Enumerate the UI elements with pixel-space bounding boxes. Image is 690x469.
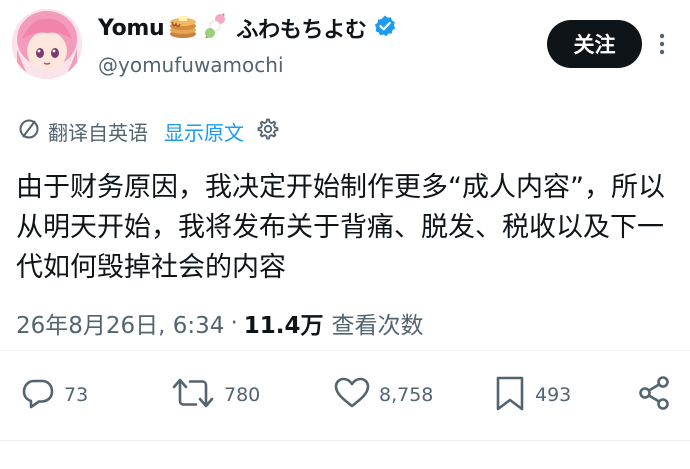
bookmark-count: 493 <box>535 384 572 406</box>
bookmark-button[interactable]: 493 <box>493 375 571 415</box>
retweet-button[interactable]: 780 <box>170 375 260 415</box>
share-icon <box>636 374 674 416</box>
tweet-text: 由于财务原因，我决定开始制作更多“成人内容”，所以从明天开始，我将发布关于背痛、… <box>16 172 665 283</box>
like-count: 8,758 <box>379 384 434 406</box>
translate-icon <box>18 118 40 144</box>
like-icon <box>333 375 371 415</box>
retweet-icon <box>170 375 216 415</box>
author-name-row[interactable]: Yomu ふわもちよむ <box>98 11 397 45</box>
divider <box>0 440 690 441</box>
reply-button[interactable]: 73 <box>20 375 88 415</box>
like-button[interactable]: 8,758 <box>333 375 433 415</box>
retweet-count: 780 <box>224 384 261 406</box>
author-name-suffix[interactable]: ふわもちよむ <box>236 12 367 44</box>
translated-from-label: 翻译自英语 <box>48 120 148 145</box>
follow-button[interactable]: 关注 <box>547 20 642 68</box>
verified-icon <box>373 14 397 42</box>
share-button[interactable] <box>636 375 674 415</box>
dango-emoji-icon <box>202 12 228 44</box>
pancake-emoji-icon <box>168 12 198 44</box>
author-display-name[interactable]: Yomu <box>98 16 165 41</box>
bookmark-icon <box>493 374 527 416</box>
reply-count: 73 <box>64 384 89 406</box>
tweet-timestamp[interactable]: 26年8月26日, 6:34 <box>16 306 224 340</box>
reply-icon <box>20 375 56 415</box>
meta-separator: · <box>230 310 238 336</box>
avatar[interactable] <box>12 9 82 79</box>
show-original-link[interactable]: 显示原文 <box>164 117 244 146</box>
settings-icon[interactable] <box>256 117 280 145</box>
divider <box>0 350 690 351</box>
tweet-meta: 26年8月26日, 6:34 · 11.4万 查看次数 <box>16 303 424 343</box>
view-count-label: 查看次数 <box>331 313 424 339</box>
view-count[interactable]: 11.4万 <box>244 306 324 340</box>
author-handle[interactable]: @yomufuwamochi <box>98 53 284 77</box>
translation-bar: 翻译自英语 显示原文 <box>18 116 280 146</box>
avatar-image <box>12 9 82 79</box>
more-icon[interactable] <box>656 29 668 59</box>
